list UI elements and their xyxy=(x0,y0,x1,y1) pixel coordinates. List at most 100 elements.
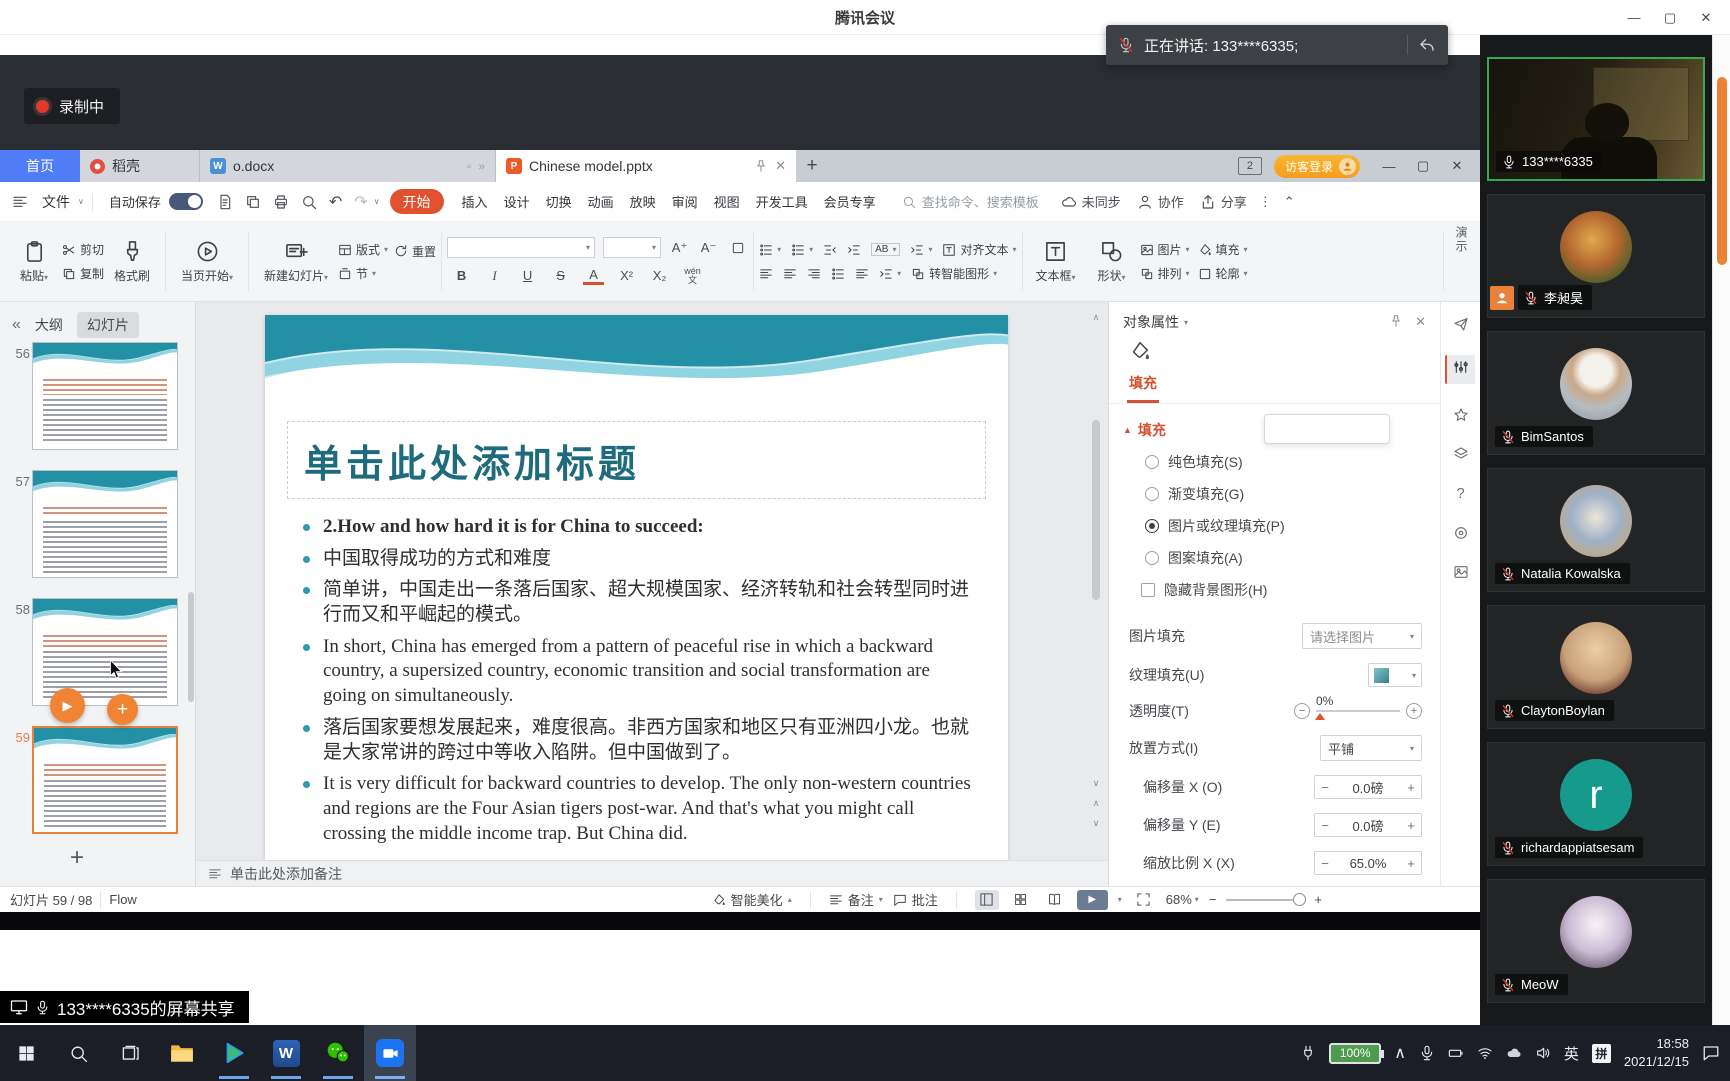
play-from-slide-hover-button[interactable]: ▶ xyxy=(50,688,85,723)
tab-outline[interactable]: 大纲 xyxy=(35,315,63,335)
outdent-button[interactable] xyxy=(823,243,837,257)
collapse-ribbon-icon[interactable]: ⌃ xyxy=(1284,194,1295,210)
command-search[interactable]: 查找命令、搜索模板 xyxy=(902,192,1039,211)
tray-battery-icon[interactable] xyxy=(1448,1045,1464,1061)
picture-fill-dropdown[interactable]: 请选择图片 ▾ xyxy=(1302,623,1422,649)
bullet-list-button[interactable]: ▾ xyxy=(759,243,781,257)
radio-picture-fill-selected[interactable]: 图片或纹理填充(P) xyxy=(1109,510,1440,542)
outline-button[interactable]: 轮廓▾ xyxy=(1198,265,1248,282)
radio-pattern-fill[interactable]: 图案填充(A) xyxy=(1109,542,1440,574)
guest-login-button[interactable]: 访客登录 xyxy=(1274,155,1360,178)
align-text-button[interactable]: 对齐文本▾ xyxy=(942,241,1016,258)
menu-insert[interactable]: 插入 xyxy=(462,192,488,211)
tab-docx[interactable]: W o.docx ▫ » xyxy=(200,150,496,182)
participant-tile[interactable]: r richardappiatsesam xyxy=(1487,742,1705,866)
texture-fill-dropdown[interactable]: ▾ xyxy=(1368,663,1422,687)
numbered-list-button[interactable]: ▾ xyxy=(791,243,813,257)
align-left-button[interactable] xyxy=(759,267,773,281)
decrement-button[interactable]: − xyxy=(1315,856,1335,871)
placement-dropdown[interactable]: 平铺 ▾ xyxy=(1320,735,1422,761)
fit-slide-button[interactable] xyxy=(1132,890,1156,910)
fill-button[interactable]: 填充▾ xyxy=(1198,241,1248,258)
help-panel-icon[interactable]: ? xyxy=(1456,485,1464,502)
hidden-icons-chevron[interactable]: ∧ xyxy=(1394,1043,1406,1063)
underline-button[interactable]: U xyxy=(517,265,538,286)
participant-tile[interactable]: Natalia Kowalska xyxy=(1487,468,1705,592)
tray-mic-icon[interactable] xyxy=(1419,1045,1435,1061)
slider-marker[interactable] xyxy=(1315,713,1325,720)
menu-home-active[interactable]: 开始 xyxy=(390,189,444,214)
reply-arrow-icon[interactable] xyxy=(1418,36,1436,54)
transparency-slider[interactable]: − 0% + xyxy=(1294,703,1422,719)
distribute-button[interactable] xyxy=(855,267,869,281)
copy-button[interactable]: 复制 xyxy=(62,265,104,282)
battery-indicator[interactable]: 100% xyxy=(1329,1043,1381,1064)
wps-minimize-button[interactable]: — xyxy=(1372,150,1406,182)
task-view-button[interactable] xyxy=(104,1025,156,1081)
layout-button[interactable]: 版式▾ xyxy=(338,241,388,258)
slide-title-placeholder[interactable]: 单击此处添加标题 xyxy=(287,421,986,499)
tab-slides[interactable]: 幻灯片 xyxy=(77,312,139,338)
slide-thumbnail-59-selected[interactable] xyxy=(32,726,178,834)
minimize-button[interactable]: — xyxy=(1616,0,1652,35)
shrink-font-button[interactable]: A⁻ xyxy=(698,237,719,258)
fill-section-title[interactable]: 填充 xyxy=(1138,420,1166,440)
decrease-transparency-button[interactable]: − xyxy=(1294,703,1310,719)
font-family-combo[interactable]: ▾ xyxy=(447,237,595,258)
close-panel-icon[interactable]: ✕ xyxy=(1415,314,1426,330)
canvas-scrollbar[interactable]: ∧ ∨ ∧ ∨ xyxy=(1090,310,1102,850)
file-explorer-button[interactable] xyxy=(156,1025,208,1081)
decrement-button[interactable]: − xyxy=(1315,780,1335,795)
smart-graphic-button[interactable]: 转智能图形▾ xyxy=(911,265,997,282)
slide-panel-scrollbar[interactable] xyxy=(188,592,194,702)
arrange-button[interactable]: 排列▾ xyxy=(1140,265,1190,282)
bold-button[interactable]: B xyxy=(451,265,472,286)
pin-tab-icon[interactable] xyxy=(754,159,768,173)
reset-button[interactable]: 重置 xyxy=(394,243,436,260)
participants-scroll-thumb[interactable] xyxy=(1717,77,1727,265)
increment-button[interactable]: + xyxy=(1401,818,1421,833)
close-button[interactable]: ✕ xyxy=(1688,0,1724,35)
paste-button[interactable]: 粘贴▾ xyxy=(6,226,62,297)
zoom-level[interactable]: 68% ▾ xyxy=(1166,892,1199,907)
italic-button[interactable]: I xyxy=(484,265,505,286)
tencent-video-button[interactable] xyxy=(208,1025,260,1081)
section-button[interactable]: 节▾ xyxy=(338,265,388,282)
scale-x-stepper[interactable]: − 65.0% + xyxy=(1314,851,1422,875)
wifi-icon[interactable] xyxy=(1477,1045,1493,1061)
play-options-caret[interactable]: ▾ xyxy=(1118,895,1122,904)
send-panel-icon[interactable] xyxy=(1453,316,1469,332)
slide-thumbnail-57[interactable] xyxy=(32,470,178,578)
scroll-down-icon[interactable]: ∨ xyxy=(1090,776,1102,791)
slide-thumbnail-58[interactable] xyxy=(32,598,178,706)
menu-transition[interactable]: 切换 xyxy=(546,192,572,211)
font-color-button[interactable]: A xyxy=(583,267,604,285)
notes-button[interactable]: 备注 ▾ xyxy=(829,890,883,909)
menu-view[interactable]: 视图 xyxy=(714,192,740,211)
tab-home[interactable]: 首页 xyxy=(0,150,80,182)
zoom-out-button[interactable]: − xyxy=(1209,892,1217,907)
collapse-panel-icon[interactable]: « xyxy=(12,316,21,334)
hamburger-icon[interactable] xyxy=(12,194,28,210)
menu-design[interactable]: 设计 xyxy=(504,192,530,211)
slide-thumbnail-56[interactable] xyxy=(32,342,178,450)
text-direction-button[interactable]: ▾ xyxy=(910,243,932,257)
participant-tile[interactable]: 李昶昊 xyxy=(1487,194,1705,318)
previous-slide-button[interactable]: ∧ xyxy=(1090,796,1102,811)
clear-format-icon[interactable] xyxy=(727,237,748,258)
fill-tab[interactable]: 填充 xyxy=(1127,367,1159,403)
menu-animation[interactable]: 动画 xyxy=(588,192,614,211)
decrement-button[interactable]: − xyxy=(1315,818,1335,833)
onedrive-icon[interactable] xyxy=(1506,1045,1522,1061)
maximize-button[interactable]: ▢ xyxy=(1652,0,1688,35)
shapes-button[interactable]: 形状▾ xyxy=(1084,226,1140,297)
more-menu-icon[interactable]: ⋮ xyxy=(1259,194,1272,210)
slide-body-text[interactable]: 2.How and how hard it is for China to su… xyxy=(303,515,972,846)
tab-close-icon[interactable]: » xyxy=(478,159,485,173)
star-panel-icon[interactable] xyxy=(1453,407,1469,423)
strike-button[interactable]: S xyxy=(550,265,571,286)
wps-close-button[interactable]: ✕ xyxy=(1440,150,1474,182)
menu-review[interactable]: 审阅 xyxy=(672,192,698,211)
share-button[interactable]: 分享 xyxy=(1200,192,1247,211)
section-collapse-icon[interactable]: ▲ xyxy=(1123,425,1132,435)
